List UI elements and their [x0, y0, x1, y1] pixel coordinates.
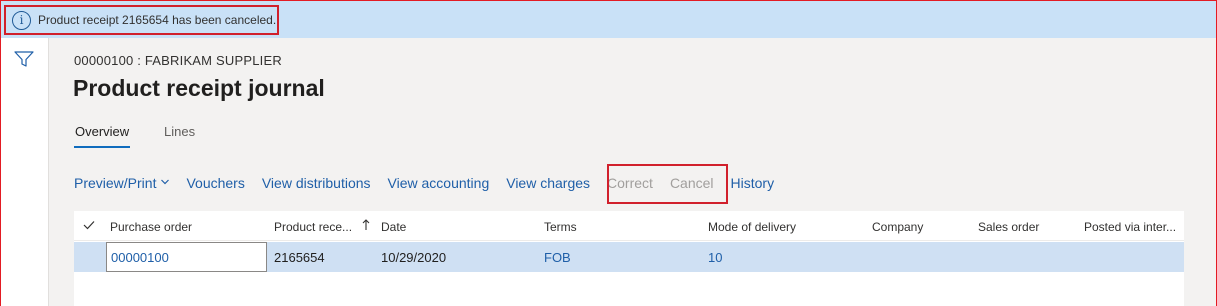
column-company[interactable]: Company	[872, 220, 923, 234]
preview-print-button[interactable]: Preview/Print	[74, 175, 170, 191]
record-subtitle: 00000100 : FABRIKAM SUPPLIER	[74, 53, 282, 68]
message-highlight: i Product receipt 2165654 has been cance…	[4, 5, 279, 35]
column-product-receipt[interactable]: Product rece...	[274, 220, 352, 234]
receipt-grid: Purchase order Product rece... Date Term…	[74, 211, 1184, 306]
mode-of-delivery-link[interactable]: 10	[708, 250, 722, 265]
history-button[interactable]: History	[731, 175, 775, 191]
purchase-order-link[interactable]: 00000100	[106, 242, 267, 272]
select-all-check-icon[interactable]	[83, 220, 95, 230]
view-distributions-button[interactable]: View distributions	[262, 175, 371, 191]
view-accounting-button[interactable]: View accounting	[388, 175, 490, 191]
tab-lines[interactable]: Lines	[164, 124, 195, 139]
column-purchase-order[interactable]: Purchase order	[110, 220, 192, 234]
date-cell: 10/29/2020	[381, 250, 447, 265]
terms-link[interactable]: FOB	[544, 250, 571, 265]
filter-icon[interactable]	[14, 51, 34, 67]
message-text: Product receipt 2165654 has been cancele…	[38, 13, 277, 27]
main-content: 00000100 : FABRIKAM SUPPLIER Product rec…	[49, 38, 1216, 306]
grid-header: Purchase order Product rece... Date Term…	[74, 211, 1184, 241]
correct-cancel-highlight	[607, 164, 728, 204]
column-mode-of-delivery[interactable]: Mode of delivery	[708, 220, 796, 234]
info-icon: i	[12, 10, 31, 30]
table-row[interactable]: 00000100 2165654 10/29/2020 FOB 10	[74, 242, 1184, 272]
page-title: Product receipt journal	[73, 75, 325, 101]
sort-ascending-icon	[362, 219, 370, 230]
column-posted-via[interactable]: Posted via inter...	[1084, 220, 1176, 234]
column-terms[interactable]: Terms	[544, 220, 577, 234]
left-rail	[1, 38, 49, 306]
column-date[interactable]: Date	[381, 220, 406, 234]
tab-overview[interactable]: Overview	[73, 124, 131, 148]
message-bar: i Product receipt 2165654 has been cance…	[1, 1, 1216, 38]
product-receipt-cell: 2165654	[274, 250, 325, 265]
vouchers-button[interactable]: Vouchers	[186, 175, 244, 191]
view-charges-button[interactable]: View charges	[506, 175, 590, 191]
column-sales-order[interactable]: Sales order	[978, 220, 1039, 234]
chevron-down-icon	[161, 179, 170, 185]
